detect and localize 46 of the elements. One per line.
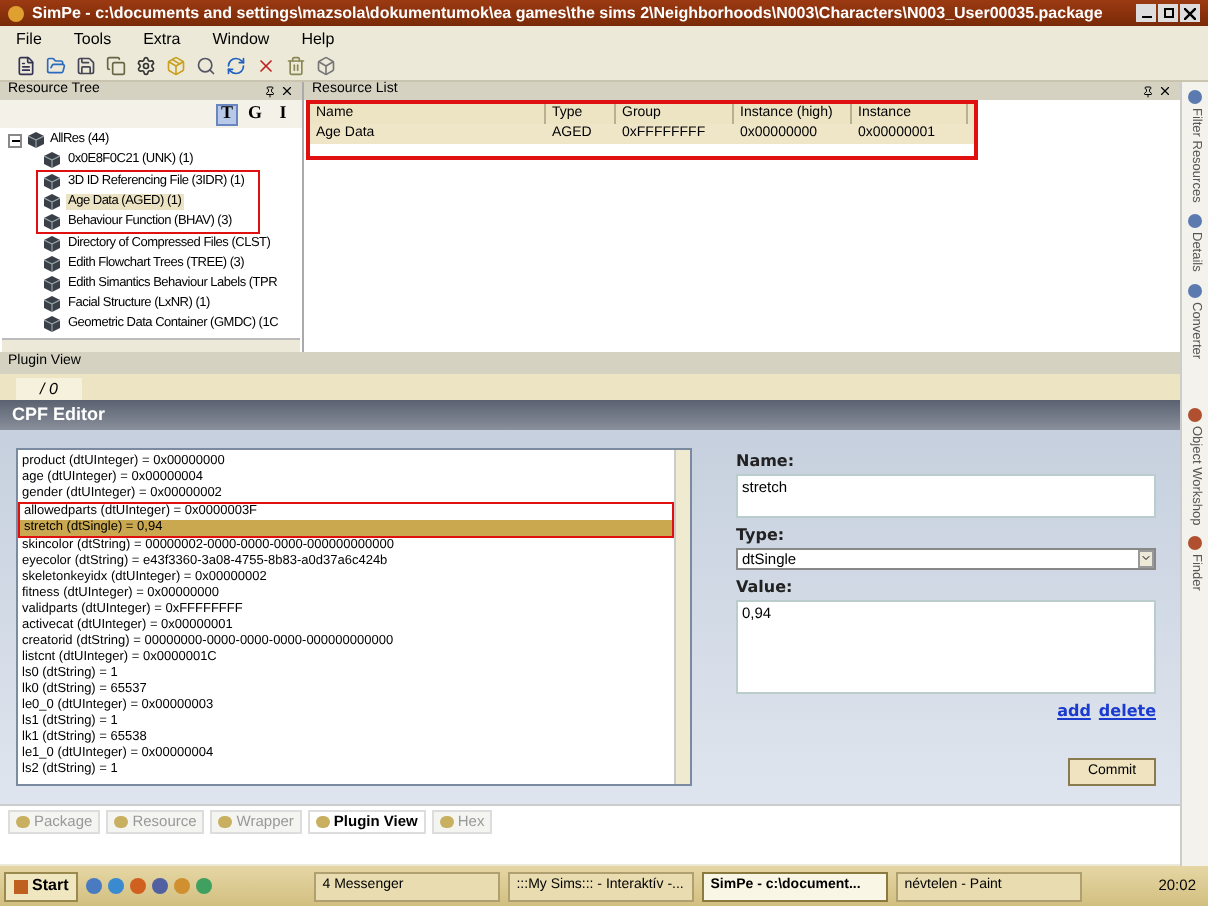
horizontal-scrollbar[interactable] <box>2 338 300 352</box>
cube-icon <box>44 316 60 332</box>
settings-icon[interactable] <box>136 56 156 76</box>
link[interactable]: delete <box>1098 700 1156 724</box>
cube-icon <box>44 214 60 230</box>
cube-icon <box>28 132 44 148</box>
document-icon[interactable] <box>16 56 36 76</box>
field-label: Value: <box>736 575 795 600</box>
close-button[interactable] <box>1180 4 1200 22</box>
pin-icon[interactable] <box>264 85 276 97</box>
cube-icon <box>44 256 60 272</box>
copy-icon[interactable] <box>106 56 126 76</box>
cube-icon <box>44 194 60 210</box>
save-icon[interactable] <box>76 56 96 76</box>
close-icon[interactable] <box>280 84 294 98</box>
open-folder-icon[interactable] <box>46 56 66 76</box>
cube-icon <box>44 152 60 168</box>
menu-item[interactable]: File <box>16 27 42 51</box>
plugin-tab[interactable]: / 0 <box>16 378 82 400</box>
box-icon[interactable] <box>316 56 336 76</box>
trash-icon[interactable] <box>286 56 306 76</box>
refresh-icon[interactable] <box>226 56 246 76</box>
cube-icon <box>44 174 60 190</box>
menu-item[interactable]: Help <box>301 27 335 51</box>
menu-item[interactable]: Window <box>212 27 270 51</box>
cube-icon <box>44 276 60 292</box>
cube-icon <box>44 236 60 252</box>
editor-header: CPF Editor <box>0 400 1180 430</box>
view-toggle[interactable]: I <box>272 103 294 125</box>
collapse-toggle[interactable] <box>8 133 22 147</box>
field-label: Name: <box>736 450 797 474</box>
start-button[interactable]: Start <box>4 871 79 901</box>
link[interactable]: add <box>1057 700 1091 724</box>
view-toggle[interactable]: G <box>244 103 266 125</box>
cube-icon <box>44 296 60 312</box>
close-icon[interactable] <box>1158 84 1172 98</box>
minimize-button[interactable] <box>1136 4 1156 22</box>
menu-item[interactable]: Extra <box>143 27 181 51</box>
menu-item[interactable]: Tools <box>73 27 112 51</box>
field-label: Type: <box>736 523 787 548</box>
app-icon <box>8 5 24 21</box>
window-title: SimPe - c:\documents and settings\mazsola\dokumentumok\ea games\the sims 2\Neighborhoods\N003\Characters\N003_User00035.package <box>32 1 1103 25</box>
pin-icon[interactable] <box>1142 85 1154 97</box>
maximize-button[interactable] <box>1158 4 1178 22</box>
vertical-scrollbar[interactable] <box>674 450 690 784</box>
view-toggle[interactable]: T <box>216 103 238 125</box>
